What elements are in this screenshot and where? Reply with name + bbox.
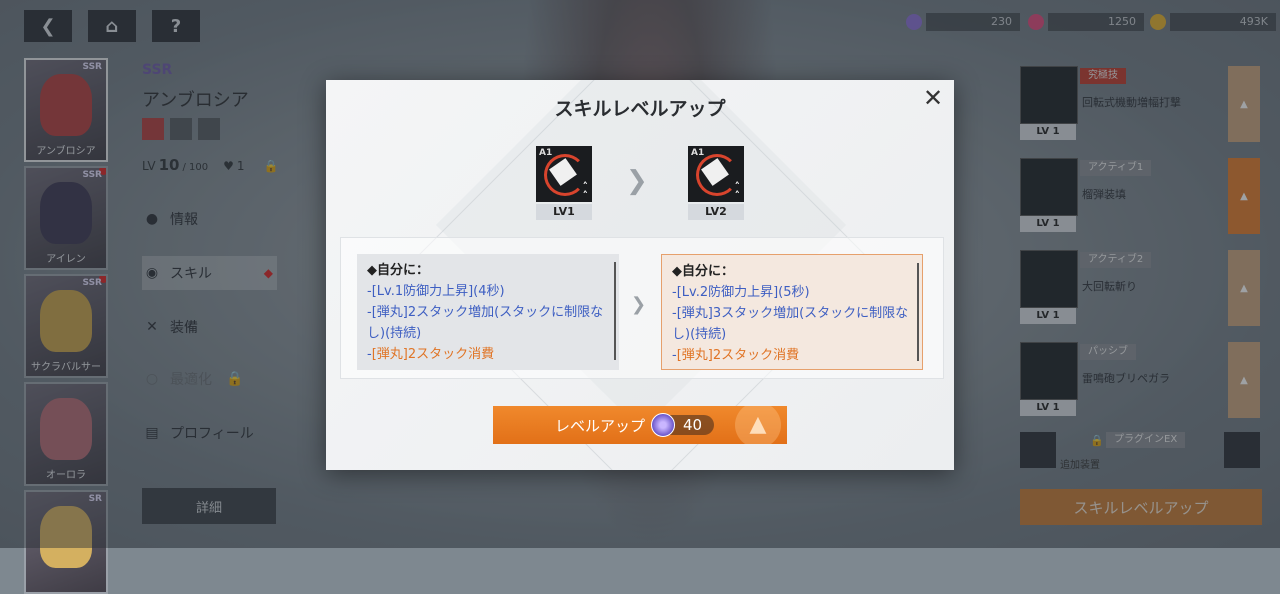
close-icon: ✕: [922, 84, 944, 112]
effect-line: -[弾丸]2スタック増加(スタックに制限なし)(持続): [367, 305, 604, 341]
chevron-right-icon: ❯: [631, 294, 647, 315]
modal-title: スキルレベルアップ: [554, 98, 726, 120]
skill-description-panel: ◆自分に： -[Lv.1防御力上昇](4秒) -[弾丸]2スタック増加(スタック…: [340, 237, 944, 379]
skill-next: A1 ˄ ˄ LV2: [688, 146, 744, 220]
close-button[interactable]: ✕: [920, 86, 946, 112]
current-effect-box[interactable]: ◆自分に： -[Lv.1防御力上昇](4秒) -[弾丸]2スタック増加(スタック…: [357, 254, 619, 370]
skill-slot-tag: A1: [691, 148, 705, 158]
chevron-right-icon: ❯: [626, 166, 648, 196]
levelup-cost: 40: [651, 413, 715, 437]
effect-line: -[Lv.2防御力上昇](5秒): [672, 285, 810, 300]
skill-level-from: LV1: [536, 204, 592, 220]
effect-line: -[弾丸]3スタック増加(スタックに制限なし)(持続): [672, 306, 909, 342]
skill-a1-icon: A1 ˄ ˄: [688, 146, 744, 202]
skill-material-icon: [651, 413, 676, 437]
scrollbar[interactable]: [614, 262, 616, 360]
effect-heading: ◆自分に：: [367, 263, 429, 278]
effect-line: [弾丸]2スタック消費: [371, 347, 495, 362]
arrow-up-icon: ▲: [735, 406, 781, 444]
skill-slot-tag: A1: [539, 148, 553, 158]
next-effect-box[interactable]: ◆自分に： -[Lv.2防御力上昇](5秒) -[弾丸]3スタック増加(スタック…: [661, 254, 923, 370]
skill-level-to: LV2: [688, 204, 744, 220]
scrollbar[interactable]: [917, 263, 919, 361]
skill-levelup-modal: スキルレベルアップ ✕ A1 ˄ ˄ LV1 ❯ A1 ˄ ˄ LV2 ◆自分に： …: [326, 80, 954, 470]
levelup-label: レベルアップ: [555, 416, 646, 435]
effect-line: [弾丸]2スタック消費: [676, 348, 800, 363]
effect-line: -[Lv.1防御力上昇](4秒): [367, 284, 505, 299]
skill-a1-icon: A1 ˄ ˄: [536, 146, 592, 202]
skill-current: A1 ˄ ˄ LV1: [536, 146, 592, 220]
chevrons-up-icon: ˄ ˄: [734, 180, 741, 202]
chevrons-up-icon: ˄ ˄: [582, 180, 589, 202]
effect-heading: ◆自分に：: [672, 264, 734, 279]
cost-value: 40: [683, 416, 703, 434]
levelup-button[interactable]: レベルアップ 40 ▲: [493, 406, 787, 444]
